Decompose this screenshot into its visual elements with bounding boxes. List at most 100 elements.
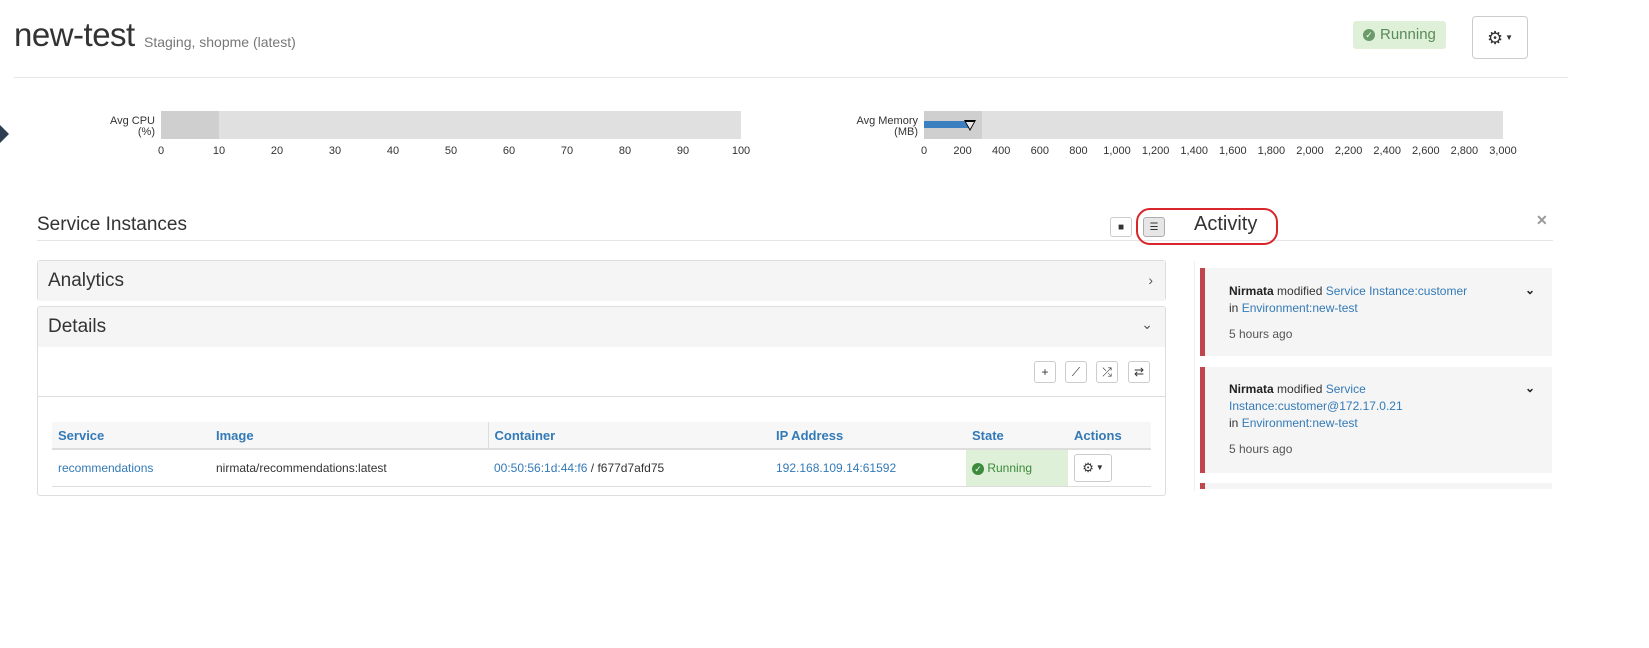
row-actions-button[interactable]: ⚙ ▼ [1074, 453, 1112, 482]
chevron-right-icon[interactable]: › [1148, 272, 1153, 288]
environment-settings-button[interactable]: ⚙ ▼ [1472, 16, 1528, 59]
column-header-service[interactable]: Service [52, 422, 210, 450]
activity-target-link[interactable]: Service Instance:customer [1326, 284, 1467, 298]
activity-title: Activity [1194, 213, 1258, 235]
activity-time: 5 hours ago [1229, 327, 1293, 341]
page-title: new-test [14, 16, 135, 53]
state-text: Running [987, 460, 1033, 475]
activity-verb: modified [1277, 382, 1323, 396]
page-header: new-test Staging, shopme (latest) ✓ Runn… [14, 12, 1568, 78]
cpu-tick-label: 50 [444, 145, 458, 157]
column-header-container[interactable]: Container [487, 422, 770, 450]
cpu-tick-label: 30 [328, 145, 342, 157]
activity-actor: Nirmata [1229, 284, 1274, 298]
memory-tick-label: 600 [1030, 145, 1049, 157]
activity-verb: modified [1277, 284, 1323, 298]
status-text: Running [1380, 26, 1436, 43]
memory-tick-label: 2,200 [1334, 145, 1363, 157]
caret-down-icon: ▼ [1505, 33, 1514, 42]
actions-cell: ⚙ ▼ [1068, 449, 1151, 487]
table-row: recommendations nirmata/recommendations:… [52, 449, 1151, 487]
analytics-panel-title: Analytics [48, 270, 125, 291]
activity-target-link[interactable]: Service [1326, 382, 1366, 396]
chevron-down-icon[interactable]: ⌄ [1141, 316, 1153, 333]
activity-target-link-cont[interactable]: Instance:customer@172.17.0.21 [1229, 399, 1403, 413]
activity-context-link[interactable]: Environment:new-test [1242, 301, 1358, 315]
gear-icon: ⚙ [1486, 27, 1504, 48]
cpu-label-unit: (%) [137, 126, 155, 138]
cpu-tick-label: 0 [157, 145, 165, 157]
memory-tick-label: 2,800 [1450, 145, 1479, 157]
chart-button[interactable]: ⟋ [1065, 361, 1087, 383]
analytics-panel[interactable]: Analytics › [37, 260, 1166, 301]
container-separator: / [587, 460, 598, 475]
memory-tick-label: 1,200 [1141, 145, 1170, 157]
memory-label-unit: (MB) [894, 126, 918, 138]
add-instance-button[interactable]: + [1034, 361, 1056, 383]
memory-tick-label: 2,400 [1373, 145, 1401, 157]
exchange-icon: ⇄ [1133, 365, 1145, 379]
exchange-button[interactable]: ⇄ [1128, 361, 1150, 383]
activity-actor: Nirmata [1229, 382, 1274, 396]
memory-tick-label: 200 [953, 145, 972, 157]
caret-down-icon: ▼ [1095, 463, 1104, 473]
folder-icon: ■ [1117, 221, 1125, 233]
memory-tick-label: 2,000 [1296, 145, 1324, 157]
memory-tick-label: 1,600 [1219, 145, 1247, 157]
column-header-state[interactable]: State [966, 422, 1068, 450]
cpu-gauge [161, 111, 741, 139]
gear-icon: ⚙ [1082, 460, 1094, 476]
analytics-panel-header[interactable]: Analytics › [38, 261, 1165, 301]
ip-link[interactable]: 192.168.109.14:61592 [776, 461, 896, 475]
activity-in-word: in [1229, 416, 1239, 430]
details-panel-header[interactable]: Details ⌄ [38, 307, 1165, 347]
chevron-down-icon[interactable]: ⌄ [1525, 381, 1535, 395]
activity-item-text: Nirmata modified Service Instance:custom… [1229, 283, 1467, 317]
cpu-tick-label: 80 [618, 145, 632, 157]
table-header-row: Service Image Container IP Address State… [52, 422, 1151, 450]
line-chart-icon: ⟋ [1071, 364, 1081, 379]
container-cell: 00:50:56:1d:44:f6 / f677d7afd75 [488, 449, 770, 487]
memory-tick-label: 800 [1069, 145, 1088, 157]
activity-time: 5 hours ago [1229, 442, 1293, 456]
cpu-gauge-label: Avg CPU (%) [90, 116, 155, 138]
sidebar-toggle-arrow-icon[interactable] [0, 125, 9, 143]
section-title: Service Instances [37, 214, 187, 235]
container-id: f677d7afd75 [597, 460, 665, 475]
memory-tick-label: 1,400 [1180, 145, 1208, 157]
section-divider [37, 240, 1553, 241]
state-cell: ✓ Running [966, 449, 1068, 487]
column-header-image[interactable]: Image [210, 422, 488, 450]
check-circle-icon: ✓ [972, 462, 984, 475]
chevron-down-icon[interactable]: ⌄ [1525, 283, 1535, 297]
activity-context-link[interactable]: Environment:new-test [1242, 416, 1358, 430]
service-cell: recommendations [52, 449, 210, 487]
activity-item: Nirmata modified Service Instance:custom… [1200, 268, 1552, 356]
container-link[interactable]: 00:50:56:1d:44:f6 [494, 461, 587, 475]
column-header-actions: Actions [1068, 422, 1151, 450]
details-toolbar: + ⟋ ⤮ ⇄ [38, 357, 1165, 397]
cpu-tick-label: 60 [502, 145, 516, 157]
memory-tick-label: 400 [992, 145, 1011, 157]
check-circle-icon: ✓ [1363, 29, 1375, 41]
cpu-tick-label: 10 [212, 145, 226, 157]
column-header-ip[interactable]: IP Address [770, 422, 966, 450]
activity-item [1200, 483, 1552, 489]
activity-feed-divider [1194, 261, 1195, 491]
activity-in-word: in [1229, 301, 1239, 315]
ip-cell: 192.168.109.14:61592 [770, 449, 966, 487]
activity-item-text: Nirmata modified Service Instance:custom… [1229, 381, 1403, 432]
cpu-tick-label: 70 [560, 145, 574, 157]
activity-item: Nirmata modified Service Instance:custom… [1200, 367, 1552, 473]
memory-gauge [924, 111, 1503, 139]
close-icon[interactable]: ✕ [1536, 212, 1548, 229]
memory-tick-label: 1,800 [1257, 145, 1286, 157]
folder-view-button[interactable]: ■ [1110, 217, 1132, 237]
shuffle-button[interactable]: ⤮ [1096, 361, 1118, 383]
memory-gauge-label: Avg Memory (MB) [840, 116, 918, 138]
memory-tick-label: 0 [920, 145, 928, 157]
page-subtitle: Staging, shopme (latest) [144, 34, 296, 50]
cpu-tick-label: 20 [270, 145, 284, 157]
service-link[interactable]: recommendations [58, 461, 153, 475]
memory-tick-label: 3,000 [1489, 145, 1517, 157]
